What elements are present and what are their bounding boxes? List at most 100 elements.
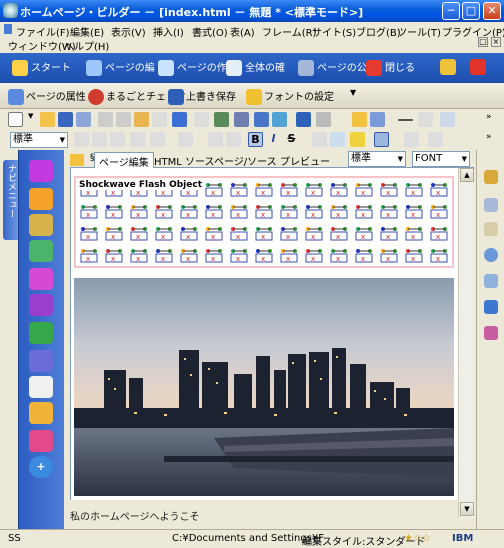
edit-mode-icon[interactable] bbox=[374, 132, 389, 147]
maximize-button[interactable]: □ bbox=[462, 2, 480, 20]
format-more-button[interactable]: » bbox=[486, 132, 501, 147]
list-icon[interactable] bbox=[178, 132, 193, 147]
app-icon[interactable] bbox=[3, 3, 18, 18]
pen-tool-icon[interactable] bbox=[70, 154, 84, 166]
right-tool-5-icon[interactable] bbox=[484, 274, 498, 288]
paste-icon[interactable] bbox=[134, 112, 149, 127]
right-tool-1-icon[interactable] bbox=[484, 170, 498, 184]
gear-button[interactable] bbox=[440, 59, 459, 75]
page-properties-button[interactable]: ページの属性 bbox=[8, 88, 86, 105]
font-size-down-icon[interactable] bbox=[208, 132, 223, 147]
outdent-icon[interactable] bbox=[150, 132, 165, 147]
menu-view[interactable]: 表示(V) bbox=[111, 24, 146, 39]
pen-icon[interactable] bbox=[352, 112, 367, 127]
undo-icon[interactable] bbox=[172, 112, 187, 127]
align-center-icon[interactable] bbox=[92, 132, 107, 147]
menu-insert[interactable]: 挿入(I) bbox=[153, 24, 184, 39]
menu-edit[interactable]: 編集(E) bbox=[70, 24, 104, 39]
text-a-icon[interactable] bbox=[29, 294, 53, 316]
tab-page-source[interactable]: ページ/ソース bbox=[210, 152, 281, 168]
minimize-button[interactable]: ─ bbox=[442, 2, 460, 20]
add-icon[interactable]: + bbox=[29, 456, 53, 478]
spell-icon[interactable] bbox=[316, 112, 331, 127]
image-icon[interactable] bbox=[214, 112, 229, 127]
grid-icon[interactable] bbox=[29, 322, 53, 344]
new-icon[interactable] bbox=[8, 112, 23, 127]
close-doc-button[interactable]: × bbox=[491, 37, 501, 47]
menu-file[interactable]: ファイル(F) bbox=[16, 24, 70, 39]
menu-site[interactable]: サイト(S) bbox=[312, 24, 356, 39]
close-button[interactable]: ✕ bbox=[483, 2, 501, 20]
menu-blog[interactable]: ブログ(B) bbox=[356, 24, 401, 39]
scroll-down-button[interactable]: ▼ bbox=[460, 502, 474, 516]
shapes-icon[interactable] bbox=[29, 430, 53, 452]
publish-button[interactable]: ページの公 bbox=[298, 59, 367, 76]
tab-html-source[interactable]: HTML ソース bbox=[150, 152, 219, 168]
save-icon[interactable] bbox=[58, 112, 73, 127]
city-skyline-image[interactable] bbox=[74, 278, 454, 496]
italic-button[interactable]: I bbox=[266, 132, 281, 147]
menu-table[interactable]: 表(A) bbox=[230, 24, 255, 39]
right-tool-7-icon[interactable] bbox=[484, 326, 498, 340]
right-tool-4-icon[interactable] bbox=[484, 248, 498, 262]
redo-icon[interactable] bbox=[194, 112, 209, 127]
page-create-button[interactable]: ページの作 bbox=[158, 59, 227, 76]
editor-body-text[interactable]: 私のホームページへようこそ bbox=[70, 508, 458, 523]
text-art-icon[interactable] bbox=[29, 160, 53, 182]
link-icon[interactable] bbox=[254, 112, 269, 127]
tab-preview[interactable]: プレビュー bbox=[276, 152, 334, 168]
hr-icon[interactable] bbox=[398, 119, 413, 121]
grid-icon[interactable] bbox=[418, 112, 433, 127]
color-icon[interactable] bbox=[330, 132, 345, 147]
font-size-up-icon[interactable] bbox=[226, 132, 241, 147]
object-icon[interactable] bbox=[370, 112, 385, 127]
table-icon[interactable] bbox=[234, 112, 249, 127]
nav-menu-tab[interactable]: ナビメニュー bbox=[3, 160, 18, 240]
close-page-button[interactable]: 閉じる bbox=[366, 59, 415, 76]
layer-icon[interactable] bbox=[29, 350, 53, 372]
tab-page-edit[interactable]: ページ編集 bbox=[94, 152, 154, 169]
right-tool-6-icon[interactable] bbox=[484, 300, 498, 314]
tool-button[interactable] bbox=[470, 59, 489, 75]
toolbar-more-button[interactable]: » bbox=[486, 112, 501, 127]
strike-button[interactable]: S bbox=[284, 132, 299, 147]
overwrite-save-button[interactable]: 上書き保存 bbox=[168, 88, 236, 105]
menu-tools[interactable]: ツール(T) bbox=[397, 24, 441, 39]
highlight-icon[interactable] bbox=[350, 132, 365, 147]
align-right-icon[interactable] bbox=[110, 132, 125, 147]
copy-icon[interactable] bbox=[116, 112, 131, 127]
bold-button[interactable]: B bbox=[248, 132, 263, 147]
overview-button[interactable]: 全体の確 bbox=[226, 59, 285, 76]
style-select[interactable]: 標準 bbox=[348, 151, 406, 167]
restore-doc-button[interactable]: □ bbox=[478, 37, 488, 47]
toolbar-dropdown[interactable]: ▼ bbox=[350, 88, 356, 97]
underline-icon[interactable] bbox=[312, 132, 327, 147]
cell-icon[interactable] bbox=[428, 132, 443, 147]
right-tool-3-icon[interactable] bbox=[484, 222, 498, 236]
delete-icon[interactable] bbox=[152, 112, 167, 127]
form-icon[interactable] bbox=[29, 268, 53, 290]
font-settings-button[interactable]: フォントの設定 bbox=[246, 88, 334, 105]
align-left-icon[interactable] bbox=[74, 132, 89, 147]
layout-icon[interactable] bbox=[440, 112, 455, 127]
laptop-icon[interactable] bbox=[29, 376, 53, 398]
menu-help[interactable]: ヘルプ(H) bbox=[64, 38, 109, 53]
font-select[interactable]: FONT bbox=[412, 151, 470, 167]
right-tool-2-icon[interactable] bbox=[484, 198, 498, 212]
ticket-icon[interactable] bbox=[29, 240, 53, 262]
page-edit-button[interactable]: ページの編 bbox=[86, 59, 155, 76]
cut-icon[interactable] bbox=[98, 112, 113, 127]
menu-frame[interactable]: フレーム(R) bbox=[262, 24, 316, 39]
start-button[interactable]: スタート bbox=[12, 59, 71, 76]
anchor-icon[interactable] bbox=[272, 112, 287, 127]
paragraph-style-select[interactable]: 標準 bbox=[10, 132, 68, 148]
flash-object[interactable]: Shockwave Flash Object x x x x x x x x x x x x x x x x x… bbox=[74, 176, 454, 268]
open-icon[interactable] bbox=[40, 112, 55, 127]
chat-icon[interactable] bbox=[29, 188, 53, 210]
menu-format[interactable]: 書式(O) bbox=[192, 24, 228, 39]
text-icon[interactable] bbox=[296, 112, 311, 127]
scroll-up-button[interactable]: ▲ bbox=[460, 168, 474, 182]
print-icon[interactable] bbox=[76, 112, 91, 127]
title-bar[interactable]: ホームページ・ビルダー － [index.html － 無題 * <標準モード>… bbox=[0, 0, 504, 22]
folder-icon[interactable] bbox=[29, 402, 53, 424]
